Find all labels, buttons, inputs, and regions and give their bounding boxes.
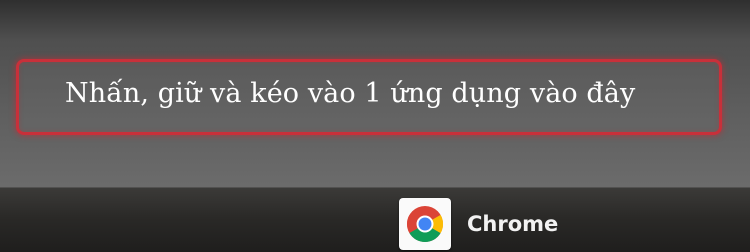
app-drop-zone[interactable]: Nhấn, giữ và kéo vào 1 ứng dụng vào đây: [16, 59, 722, 135]
drop-zone-instruction: Nhấn, giữ và kéo vào 1 ứng dụng vào đây: [65, 78, 636, 109]
chrome-icon[interactable]: [399, 198, 451, 250]
app-dock: Chrome: [0, 187, 750, 252]
app-picker-screen: Nhấn, giữ và kéo vào 1 ứng dụng vào đây …: [0, 0, 750, 252]
dock-app-label: Chrome: [467, 212, 559, 236]
dock-app-chrome[interactable]: Chrome: [399, 198, 558, 250]
